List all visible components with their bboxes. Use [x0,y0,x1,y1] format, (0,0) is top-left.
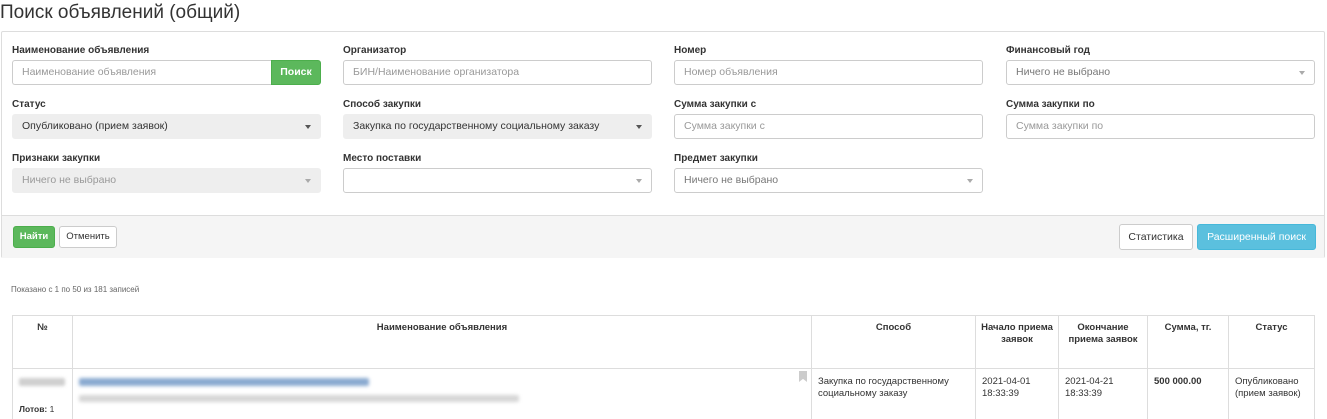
amount-from-input[interactable]: Сумма закупки с [674,114,983,139]
amount-from-label: Сумма закупки с [674,99,757,110]
results-table: № Наименование объявления Способ Начало … [12,315,1315,419]
field-organizer: Организатор БИН/Наименование организатор… [343,44,652,85]
procurement-features-select[interactable]: Ничего не выбрано [12,168,321,193]
name-search-button[interactable]: Поиск [271,60,321,85]
table-header-row: № Наименование объявления Способ Начало … [12,315,1315,369]
column-header-number[interactable]: № [12,315,73,369]
status-select[interactable]: Опубликовано (прием заявок) [12,114,321,139]
bookmark-icon[interactable] [799,371,807,382]
cell-end-date: 2021-04-21 18:33:39 [1058,368,1148,419]
announcement-name-input[interactable]: Наименование объявления [12,60,271,85]
cell-name [72,368,812,419]
redacted-organizer-text [79,395,519,402]
procurement-method-label: Способ закупки [343,99,422,110]
lots-value: 1 [49,404,55,414]
cell-start-date: 2021-04-01 18:33:39 [975,368,1059,419]
caret-down-icon [305,125,311,129]
column-header-amount[interactable]: Сумма, тг. [1147,315,1229,369]
search-filter-panel: Наименование объявления Наименование объ… [1,31,1325,258]
column-header-start[interactable]: Начало приема заявок [975,315,1059,369]
procurement-subject-value: Ничего не выбрано [684,174,779,186]
caret-down-icon [636,179,642,183]
field-amount-to: Сумма закупки по Сумма закупки по [1006,98,1315,139]
advanced-search-button[interactable]: Расширенный поиск [1197,224,1316,250]
procurement-method-value: Закупка по государственному социальному … [353,120,600,132]
cell-amount: 500 000.00 [1147,368,1229,419]
number-input[interactable]: Номер объявления [674,60,983,85]
lots-label: Лотов: [19,404,48,414]
status-value: Опубликовано (прием заявок) [22,120,168,132]
field-procurement-features: Признаки закупки Ничего не выбрано [12,152,321,193]
cell-method: Закупка по государственному социальному … [811,368,976,419]
procurement-subject-select[interactable]: Ничего не выбрано [674,168,983,193]
procurement-features-value: Ничего не выбрано [22,174,117,186]
field-amount-from: Сумма закупки с Сумма закупки с [674,98,983,139]
delivery-place-select[interactable] [343,168,652,193]
cancel-button[interactable]: Отменить [59,226,117,248]
caret-down-icon [967,179,973,183]
redacted-announcement-link[interactable] [79,378,369,386]
status-label: Статус [12,99,46,110]
fiscal-year-value: Ничего не выбрано [1016,66,1111,78]
column-header-status[interactable]: Статус [1228,315,1315,369]
find-button[interactable]: Найти [13,226,55,248]
cell-number: Лотов: 1 [12,368,73,419]
statistics-button[interactable]: Статистика [1119,224,1193,250]
delivery-place-label: Место поставки [343,153,422,164]
caret-down-icon [1299,71,1305,75]
column-header-end[interactable]: Окончание приема заявок [1058,315,1148,369]
organizer-input[interactable]: БИН/Наименование организатора [343,60,652,85]
field-status: Статус Опубликовано (прием заявок) [12,98,321,139]
lots-count: Лотов: 1 [19,403,54,415]
amount-to-label: Сумма закупки по [1006,99,1095,110]
redacted-announcement-id [19,378,65,386]
announcement-name-label: Наименование объявления [12,45,150,56]
cell-status: Опубликовано (прием заявок) [1228,368,1315,419]
procurement-subject-label: Предмет закупки [674,153,758,164]
caret-down-icon [636,125,642,129]
amount-to-input[interactable]: Сумма закупки по [1006,114,1315,139]
field-procurement-method: Способ закупки Закупка по государственно… [343,98,652,139]
field-procurement-subject: Предмет закупки Ничего не выбрано [674,152,983,193]
field-fiscal-year: Финансовый год Ничего не выбрано [1006,44,1315,85]
column-header-method[interactable]: Способ [811,315,976,369]
field-delivery-place: Место поставки [343,152,652,193]
column-header-name[interactable]: Наименование объявления [72,315,812,369]
number-label: Номер [674,45,707,56]
field-announcement-name: Наименование объявления Наименование объ… [12,44,321,85]
records-count-info: Показано с 1 по 50 из 181 записей [11,285,140,294]
organizer-label: Организатор [343,45,407,56]
caret-down-icon [305,179,311,183]
procurement-method-select[interactable]: Закупка по государственному социальному … [343,114,652,139]
fiscal-year-select[interactable]: Ничего не выбрано [1006,60,1315,85]
fiscal-year-label: Финансовый год [1006,45,1090,56]
page-title: Поиск объявлений (общий) [0,2,241,23]
procurement-features-label: Признаки закупки [12,153,101,164]
field-number: Номер Номер объявления [674,44,983,85]
table-row: Лотов: 1 Закупка по государственному соц… [12,368,1315,419]
